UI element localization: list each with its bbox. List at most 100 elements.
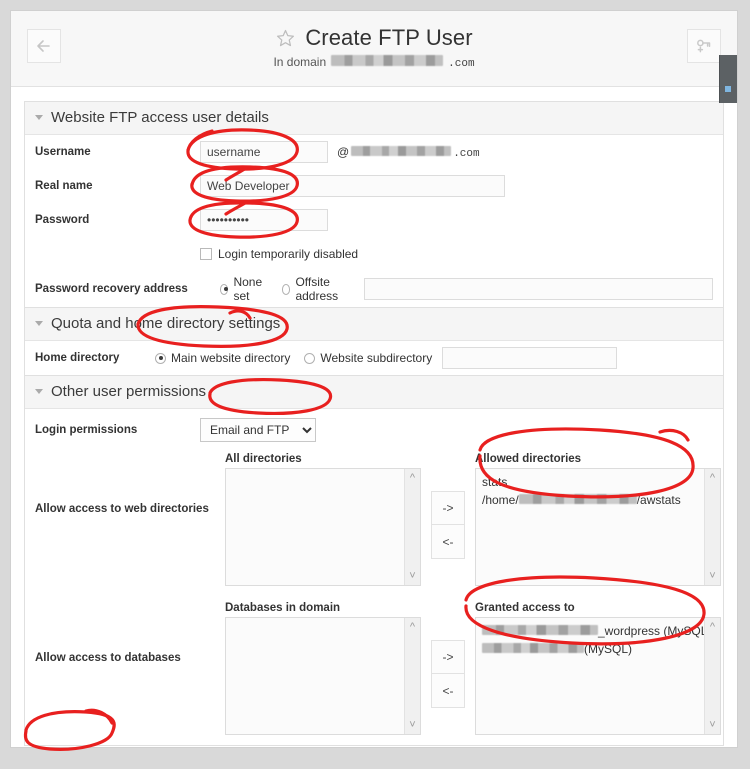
scroll-down-icon[interactable]: ˅ bbox=[705, 719, 720, 731]
row-password: Password bbox=[25, 203, 723, 237]
web-directories-transfer-buttons: -> <- bbox=[421, 453, 475, 559]
checkbox-box bbox=[200, 248, 212, 260]
password-input[interactable] bbox=[200, 209, 328, 231]
allowed-directories-listbox[interactable]: stats /home/ /awstats ^ ˅ bbox=[475, 468, 721, 586]
scroll-up-icon[interactable]: ^ bbox=[705, 621, 720, 633]
section-header-quota-home[interactable]: Quota and home directory settings bbox=[25, 308, 723, 341]
granted-access-scrollbar[interactable]: ^ ˅ bbox=[704, 618, 720, 734]
scroll-down-icon[interactable]: ˅ bbox=[705, 570, 720, 582]
databases-remove-button[interactable]: <- bbox=[431, 674, 465, 708]
login-permissions-label: Login permissions bbox=[35, 424, 138, 436]
username-input[interactable] bbox=[200, 141, 328, 163]
radio-dot bbox=[281, 283, 291, 295]
granted-access-column: Granted access to _wordpress (MySQL) (My… bbox=[475, 602, 721, 735]
databases-in-domain-column: Databases in domain ^ ˅ bbox=[225, 602, 421, 735]
home-directory-label: Home directory bbox=[35, 352, 120, 364]
allowed-directories-caption: Allowed directories bbox=[475, 453, 582, 465]
login-permissions-select[interactable]: Email and FTP bbox=[200, 418, 316, 442]
login-disabled-checkbox[interactable]: Login temporarily disabled bbox=[200, 247, 358, 261]
username-domain-suffix: @ .com bbox=[337, 145, 480, 160]
section-quota-home: Quota and home directory settings Home d… bbox=[24, 307, 724, 375]
section-header-user-details[interactable]: Website FTP access user details bbox=[25, 102, 723, 135]
chevron-down-icon bbox=[35, 321, 43, 326]
list-item[interactable]: stats bbox=[482, 473, 714, 491]
granted-access-caption: Granted access to bbox=[475, 602, 575, 614]
form-footer: + Create bbox=[11, 746, 737, 747]
scroll-up-icon[interactable]: ^ bbox=[705, 472, 720, 484]
at-symbol: @ bbox=[337, 144, 350, 159]
row-home-directory: Home directory Main website directory We… bbox=[25, 341, 723, 375]
chevron-down-icon bbox=[35, 115, 43, 120]
redacted-domain bbox=[331, 54, 444, 66]
row-databases: Allow access to databases Databases in d… bbox=[25, 596, 723, 745]
list-item[interactable]: _wordpress (MySQL) bbox=[482, 622, 714, 640]
web-dirs-remove-button[interactable]: <- bbox=[431, 525, 465, 559]
right-edge-panel-tab[interactable] bbox=[719, 55, 737, 103]
home-dir-option-subdirectory[interactable]: Website subdirectory bbox=[304, 351, 432, 365]
real-name-label: Real name bbox=[35, 180, 93, 192]
databases-add-button[interactable]: -> bbox=[431, 640, 465, 674]
recovery-label: Password recovery address bbox=[35, 283, 188, 295]
row-web-directories: Allow access to web directories All dire… bbox=[25, 447, 723, 596]
recovery-address-input[interactable] bbox=[364, 278, 713, 300]
list-item[interactable]: (MySQL) bbox=[482, 640, 714, 658]
section-other-permissions: Other user permissions Login permissions… bbox=[24, 375, 724, 746]
allowed-directories-column: Allowed directories stats /home/ /awstat… bbox=[475, 453, 721, 586]
list-item-suffix: _wordpress (MySQL) bbox=[598, 624, 712, 638]
home-directory-radio-group: Main website directory Website subdirect… bbox=[155, 351, 432, 365]
list-item[interactable]: /home/ /awstats bbox=[482, 491, 714, 509]
username-label: Username bbox=[35, 146, 91, 158]
home-dir-option-main[interactable]: Main website directory bbox=[155, 351, 290, 365]
key-button[interactable] bbox=[687, 29, 721, 63]
back-button[interactable] bbox=[27, 29, 61, 63]
allowed-directories-items: stats /home/ /awstats bbox=[476, 469, 720, 513]
radio-dot bbox=[155, 352, 166, 364]
subtitle-prefix: In domain bbox=[273, 54, 327, 69]
scroll-down-icon[interactable]: ˅ bbox=[405, 719, 420, 731]
section-title: Other user permissions bbox=[51, 383, 207, 400]
recovery-option-none-set[interactable]: None set bbox=[220, 275, 268, 303]
chevron-down-icon bbox=[35, 389, 43, 394]
domain-suffix: .com bbox=[448, 57, 475, 70]
redacted-domain-inline bbox=[351, 145, 452, 156]
scroll-up-icon[interactable]: ^ bbox=[405, 472, 420, 484]
recovery-option-offsite[interactable]: Offsite address bbox=[281, 275, 354, 303]
subdirectory-input[interactable] bbox=[442, 347, 618, 369]
row-password-recovery: Password recovery address None set Offsi… bbox=[25, 271, 723, 307]
section-title: Website FTP access user details bbox=[51, 109, 269, 126]
star-icon[interactable] bbox=[275, 28, 296, 49]
redacted-path-segment bbox=[518, 494, 637, 504]
all-directories-scrollbar[interactable]: ^ ˅ bbox=[404, 469, 420, 585]
create-ftp-user-window: Create FTP User In domain .com Website F… bbox=[10, 10, 738, 748]
databases-in-domain-listbox[interactable]: ^ ˅ bbox=[225, 617, 421, 735]
scroll-up-icon[interactable]: ^ bbox=[405, 621, 420, 633]
databases-transfer-buttons: -> <- bbox=[421, 602, 475, 708]
row-login-permissions: Login permissions Email and FTP bbox=[25, 409, 723, 447]
all-directories-caption: All directories bbox=[225, 453, 302, 465]
row-real-name: Real name bbox=[25, 169, 723, 203]
page-header: Create FTP User In domain .com bbox=[11, 11, 737, 87]
granted-access-listbox[interactable]: _wordpress (MySQL) (MySQL) ^ ˅ bbox=[475, 617, 721, 735]
home-dir-option-label: Website subdirectory bbox=[320, 351, 433, 365]
home-dir-option-label: Main website directory bbox=[171, 351, 291, 365]
scroll-down-icon[interactable]: ˅ bbox=[405, 570, 420, 582]
radio-dot bbox=[304, 352, 316, 364]
recovery-option-label: None set bbox=[233, 275, 263, 303]
section-header-other-permissions[interactable]: Other user permissions bbox=[25, 376, 723, 409]
databases-in-domain-items bbox=[226, 618, 420, 626]
domain-suffix-inline: .com bbox=[453, 147, 480, 160]
all-directories-listbox[interactable]: ^ ˅ bbox=[225, 468, 421, 586]
section-title: Quota and home directory settings bbox=[51, 315, 281, 332]
redacted-db-name bbox=[482, 643, 584, 653]
real-name-input[interactable] bbox=[200, 175, 505, 197]
web-dirs-add-button[interactable]: -> bbox=[431, 491, 465, 525]
list-item-text: stats bbox=[482, 475, 508, 489]
web-directories-label: Allow access to web directories bbox=[35, 503, 209, 515]
page-subtitle: In domain .com bbox=[11, 54, 737, 70]
list-item-prefix: /home/ bbox=[482, 493, 519, 507]
section-user-details: Website FTP access user details Username… bbox=[24, 101, 724, 307]
databases-in-domain-scrollbar[interactable]: ^ ˅ bbox=[404, 618, 420, 734]
allowed-directories-scrollbar[interactable]: ^ ˅ bbox=[704, 469, 720, 585]
form-body: Website FTP access user details Username… bbox=[11, 87, 737, 746]
row-username: Username @ .com bbox=[25, 135, 723, 169]
